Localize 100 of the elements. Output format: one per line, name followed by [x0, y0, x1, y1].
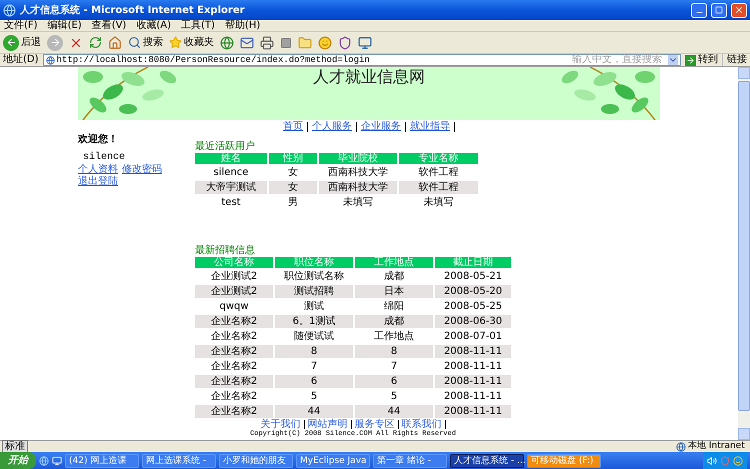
nav-link[interactable]: 企业服务	[361, 121, 401, 133]
folder-icon[interactable]	[298, 36, 312, 50]
table-cell: 测试招聘	[275, 285, 353, 298]
page-icon	[46, 56, 55, 64]
table-cell: 企业名称2	[195, 405, 273, 418]
column-header: 姓名	[195, 153, 267, 164]
table-cell: 2008-11-11	[435, 345, 511, 358]
table-cell: 企业名称2	[195, 375, 273, 388]
table-title: 最近活跃用户	[195, 141, 256, 153]
favorites-button[interactable]: 收藏夹	[169, 35, 214, 50]
menu-item[interactable]: 帮助(H)	[224, 20, 260, 32]
table-title: 最新招聘信息	[195, 245, 256, 257]
footer-link[interactable]: 服务专区	[354, 419, 394, 430]
ime-label[interactable]: 标准	[2, 440, 28, 453]
browser-icon	[3, 4, 16, 16]
table-cell: 44	[355, 405, 433, 418]
window-title: 人才信息系统 - Microsoft Internet Explorer	[20, 4, 246, 18]
home-icon[interactable]	[108, 36, 122, 50]
print-icon[interactable]	[260, 36, 274, 50]
table-cell: 6。1测试	[275, 315, 353, 328]
search-icon	[128, 36, 141, 49]
links-label[interactable]: 链接	[722, 54, 747, 66]
go-arrow-icon	[686, 56, 695, 64]
smiley-icon[interactable]	[733, 456, 743, 466]
browser-icon[interactable]	[39, 456, 49, 466]
table-cell: 2008-06-30	[435, 315, 511, 328]
close-icon	[734, 5, 744, 15]
refresh-icon[interactable]	[89, 36, 102, 49]
start-button[interactable]: 开始	[0, 452, 36, 469]
table-cell: 6	[275, 375, 353, 388]
shield-icon[interactable]	[338, 36, 352, 50]
column-header: 工作地点	[355, 257, 433, 268]
back-arrow-icon	[6, 37, 16, 48]
site-title: 人才就业信息网	[313, 68, 425, 86]
dropdown-icon[interactable]	[668, 55, 678, 65]
menu-item[interactable]: 查看(V)	[92, 20, 126, 32]
nav-link[interactable]: 就业指导	[410, 121, 450, 133]
table-cell: 6	[355, 375, 433, 388]
table-cell: 企业测试2	[195, 285, 273, 298]
table-cell: 8	[275, 345, 353, 358]
table-cell: 大帝宇测试	[195, 181, 267, 194]
menu-item[interactable]: 文件(F)	[4, 20, 38, 32]
welcome-text: 欢迎您！	[78, 134, 119, 146]
table-cell: 软件工程	[399, 181, 478, 194]
back-button[interactable]: 后退	[3, 34, 41, 50]
search-button[interactable]: 搜索	[128, 35, 163, 50]
maximize-button[interactable]	[711, 2, 727, 18]
column-header: 截止日期	[435, 257, 511, 268]
task-button[interactable]: 第一章 绪论 -	[373, 454, 447, 468]
scrollbar[interactable]	[738, 67, 750, 440]
desktop-icon[interactable]	[52, 456, 62, 466]
table-cell: 企业名称2	[195, 345, 273, 358]
table-cell: 2008-11-11	[435, 405, 511, 418]
mail-icon[interactable]	[240, 36, 254, 50]
nav-link[interactable]: 首页	[283, 121, 303, 133]
username: silence	[82, 152, 126, 164]
task-button[interactable]: MyEclipse Java	[296, 454, 370, 468]
footer-link[interactable]: 联系我们	[402, 419, 442, 430]
menu-item[interactable]: 工具(T)	[181, 20, 215, 32]
address-field[interactable]: http://localhost:8080/PersonResource/index.do?method=login 输入中文，直接搜索	[42, 54, 681, 66]
monitor-icon[interactable]	[358, 36, 372, 50]
footer-link[interactable]: 关于我们	[260, 419, 300, 430]
globe-icon[interactable]	[220, 36, 234, 50]
column-header: 职位名称	[275, 257, 353, 268]
nav-link[interactable]: 个人服务	[312, 121, 352, 133]
user-link[interactable]: 个人资料	[78, 164, 118, 176]
maximize-icon	[715, 6, 723, 14]
close-button[interactable]	[731, 2, 747, 18]
task-button[interactable]: (42) 网上造课	[65, 454, 139, 468]
footer-link[interactable]: 网站声明	[308, 419, 348, 430]
column-header: 性别	[269, 153, 317, 164]
table-cell: 西南科技大学	[319, 181, 397, 194]
volume-icon[interactable]	[707, 456, 717, 466]
menu-item[interactable]: 编辑(E)	[48, 20, 82, 32]
task-button[interactable]: 小罗和她的朋友	[219, 454, 293, 468]
table-cell: 日本	[355, 285, 433, 298]
zone-text: 本地 Intranet	[688, 441, 746, 452]
menu-item[interactable]: 收藏(A)	[136, 20, 171, 32]
minimize-button[interactable]	[691, 2, 707, 18]
table-cell: 2008-11-11	[435, 375, 511, 388]
task-button[interactable]: 人才信息系统 - ...	[450, 454, 524, 468]
table-cell: 44	[275, 405, 353, 418]
column-header: 公司名称	[195, 257, 273, 268]
url-text: http://localhost:8080/PersonResource/index.do?method=login	[56, 55, 371, 65]
table-cell: 成都	[355, 315, 433, 328]
go-button[interactable]: 转到	[685, 54, 718, 66]
address-label: 地址(D)	[3, 54, 39, 66]
task-button[interactable]: 网上选课系统 -	[142, 454, 216, 468]
logout-link[interactable]: 退出登陆	[78, 176, 118, 188]
zone-icon	[676, 442, 686, 452]
column-header: 毕业院校	[319, 153, 397, 164]
table-cell: 女	[269, 181, 317, 194]
star-icon	[169, 36, 182, 49]
user-link[interactable]: 修改密码	[122, 164, 162, 176]
square-icon[interactable]	[280, 36, 292, 48]
table-cell: 8	[355, 345, 433, 358]
smiley-icon[interactable]	[318, 36, 332, 50]
table-cell: 企业名称2	[195, 315, 273, 328]
column-header: 专业名称	[399, 153, 478, 164]
forward-icon[interactable]	[47, 34, 63, 50]
